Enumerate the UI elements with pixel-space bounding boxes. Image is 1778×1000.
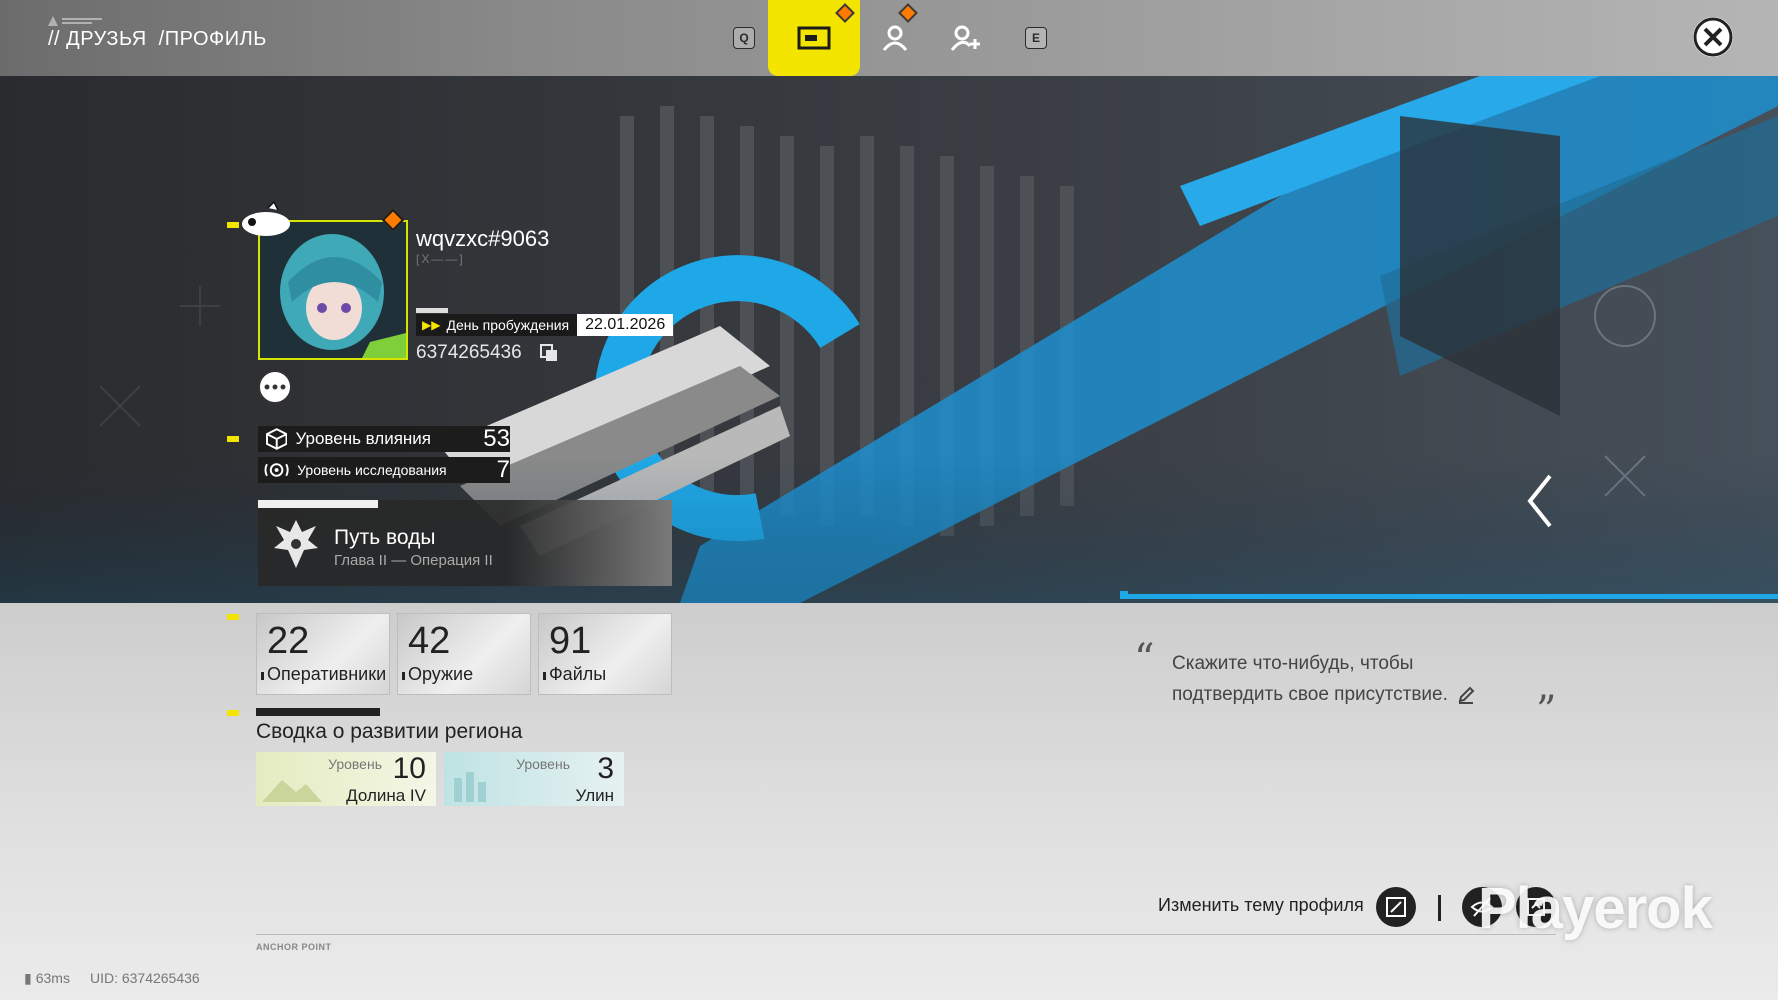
close-quote-icon: ” <box>1536 688 1557 734</box>
more-options-button[interactable] <box>258 370 292 404</box>
close-icon <box>1693 17 1733 57</box>
palette-icon <box>1386 897 1406 917</box>
user-tag: [X——] <box>416 252 465 266</box>
region-level-label: Уровень <box>328 756 382 772</box>
region-card-wulin[interactable]: Уровень 3 Улин <box>444 752 624 806</box>
awakening-date: 22.01.2026 <box>577 314 674 336</box>
mountain-icon <box>262 780 322 802</box>
top-bar: // ДРУЗЬЯ/ПРОФИЛЬ Q E <box>0 0 1778 76</box>
section-marker <box>227 710 239 716</box>
add-user-icon <box>950 25 980 51</box>
region-level: 10 <box>392 752 426 785</box>
stat-value: 42 <box>408 620 451 662</box>
section-marker <box>227 614 239 620</box>
city-icon <box>454 772 486 802</box>
user-icon <box>882 25 908 51</box>
region-level: 3 <box>597 752 614 785</box>
breadcrumb-profile: /ПРОФИЛЬ <box>158 28 267 50</box>
stat-weapons[interactable]: 42 Оружие <box>397 613 531 695</box>
status-message[interactable]: Скажите что-нибудь, чтобы подтвердить св… <box>1172 648 1492 710</box>
region-name: Улин <box>575 786 614 805</box>
footer-divider <box>256 934 1556 935</box>
stat-label: Оружие <box>408 664 474 684</box>
influence-value: 53 <box>483 425 510 452</box>
label-strip <box>416 308 448 313</box>
awakening-date-box: ▶▶ День пробуждения 22.01.2026 <box>416 314 674 336</box>
mission-artwork <box>508 500 672 586</box>
mission-title: Путь воды <box>334 526 436 549</box>
connection-status: ▮ 63ms UID: 6374265436 <box>24 970 200 987</box>
copy-icon[interactable] <box>540 344 558 362</box>
change-theme-label[interactable]: Изменить тему профиля <box>1158 895 1364 916</box>
notification-badge-icon <box>835 3 855 23</box>
avatar[interactable] <box>258 220 408 360</box>
cube-icon <box>266 428 288 450</box>
username: wqvzxc#9063 <box>416 226 550 251</box>
notification-badge-icon <box>898 3 918 23</box>
stat-label: Файлы <box>549 664 607 684</box>
region-card-valley[interactable]: Уровень 10 Долина IV <box>256 752 436 806</box>
influence-level-row: Уровень влияния 53 <box>258 425 510 452</box>
anchor-point-label: ANCHOR POINT <box>256 942 332 952</box>
more-dots-icon <box>264 384 286 390</box>
fast-forward-icon: ▶▶ <box>422 318 441 332</box>
tab-profile-card[interactable] <box>768 0 860 76</box>
edit-pencil-icon[interactable] <box>1457 686 1475 704</box>
logo-icon <box>48 16 102 26</box>
mascot-icon <box>242 200 290 236</box>
close-button[interactable] <box>1693 17 1733 57</box>
tab-add-friend[interactable] <box>935 0 995 76</box>
mission-subtitle: Глава II — Операция II <box>334 552 493 569</box>
region-header-strip <box>256 708 380 716</box>
region-summary-title: Сводка о развитии региона <box>256 720 523 743</box>
status-message-text: Скажите что-нибудь, чтобы подтвердить св… <box>1172 653 1448 705</box>
stat-value: 91 <box>549 620 592 662</box>
research-value: 7 <box>496 456 510 483</box>
tab-friends[interactable] <box>865 0 925 76</box>
q-key-icon: Q <box>733 27 755 49</box>
dragon-emblem-icon <box>274 520 318 568</box>
uid-footer: UID: 6374265436 <box>89 970 200 986</box>
mission-header-strip <box>258 500 378 508</box>
region-name: Долина IV <box>346 786 426 805</box>
influence-label: Уровень влияния <box>295 429 432 448</box>
id-card-icon <box>797 26 831 50</box>
section-marker <box>227 436 239 442</box>
divider <box>1438 895 1441 921</box>
stat-value: 22 <box>267 620 310 662</box>
stat-operatives[interactable]: 22 Оперативники <box>256 613 390 695</box>
banner-prev-button[interactable] <box>1515 465 1565 535</box>
radar-icon <box>264 463 289 477</box>
research-label: Уровень исследования <box>297 462 447 478</box>
change-theme-button[interactable] <box>1376 887 1416 927</box>
awakening-label: День пробуждения <box>446 317 570 333</box>
region-level-label: Уровень <box>516 756 570 772</box>
user-id: 6374265436 <box>416 342 522 363</box>
tab-next-key[interactable]: E <box>1020 0 1052 76</box>
avatar-portrait-icon <box>260 222 406 358</box>
e-key-icon: E <box>1025 27 1047 49</box>
breadcrumb: // ДРУЗЬЯ/ПРОФИЛЬ <box>48 28 279 51</box>
signal-icon: ▮ <box>24 970 32 986</box>
stat-label: Оперативники <box>267 664 387 684</box>
tab-prev-key[interactable]: Q <box>728 0 760 76</box>
breadcrumb-friends[interactable]: // ДРУЗЬЯ <box>48 28 147 50</box>
mission-card[interactable]: Путь воды Глава II — Операция II <box>258 500 672 586</box>
stat-files[interactable]: 91 Файлы <box>538 613 672 695</box>
open-quote-icon: “ <box>1134 636 1155 682</box>
research-level-row: Уровень исследования 7 <box>258 456 510 483</box>
ping-value: 63ms <box>35 970 70 986</box>
watermark: Playerok <box>1478 876 1713 941</box>
